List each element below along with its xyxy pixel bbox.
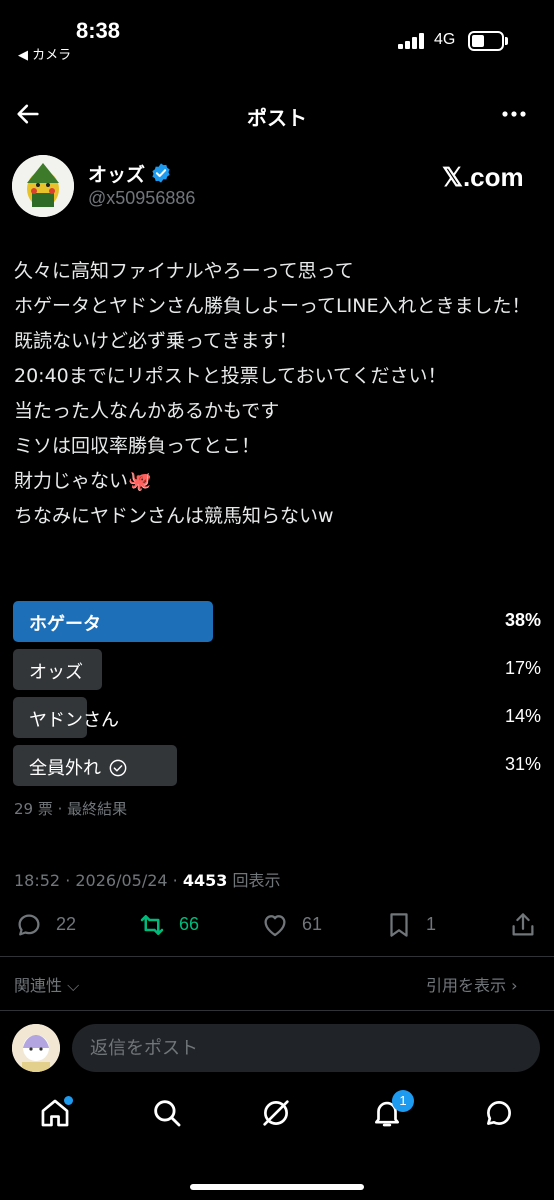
grok-icon (263, 1100, 289, 1126)
bookmark-count: 1 (426, 914, 437, 934)
poll-option-label-wrap: 全員外れ (29, 754, 127, 780)
poll-option-percent: 38% (504, 610, 541, 630)
post-text: 久々に高知ファイナルやろーって思って ホゲータとヤドンさん勝負しよーってLINE… (14, 260, 531, 527)
poll-option: ホゲータ 38% (13, 601, 543, 642)
like-count: 61 (302, 914, 323, 934)
poll: ホゲータ 38% オッズ 17% ヤドンさん 14% 全員外れ 31% (13, 601, 543, 793)
poll-option-label: オッズ (29, 662, 83, 683)
poll-option-percent: 17% (504, 658, 541, 678)
notification-badge: 1 (392, 1090, 414, 1112)
view-quotes-link[interactable]: 引用を表示 › (426, 972, 518, 996)
bottom-nav: 1 (0, 1090, 554, 1150)
nav-home[interactable] (38, 1096, 78, 1136)
poll-option-percent: 31% (504, 754, 541, 774)
status-time: 8:38 (76, 18, 121, 43)
share-icon (512, 913, 534, 936)
search-icon (154, 1100, 181, 1127)
poll-meta: 29 票 · 最終結果 (14, 800, 128, 818)
poll-option-label: ヤドンさん (29, 710, 119, 731)
user-avatar[interactable] (12, 1024, 60, 1072)
back-to-app-link[interactable]: ◀ カメラ (18, 44, 71, 63)
unread-dot (64, 1096, 73, 1105)
page-title: ポスト (247, 106, 307, 130)
bookmark-icon (390, 913, 408, 937)
repost-count: 66 (179, 914, 200, 934)
heart-icon (264, 915, 286, 937)
signal-icon (398, 33, 428, 49)
view-count: 4453 (182, 871, 228, 890)
author-handle[interactable]: @x50956886 (88, 188, 195, 209)
view-count-label: 回表示 (227, 871, 281, 890)
network-type: 4G (434, 31, 456, 48)
battery-icon (468, 31, 504, 51)
home-indicator (190, 1184, 364, 1190)
post-header: ポスト (0, 92, 554, 136)
poll-option: 全員外れ 31% (13, 745, 543, 786)
reply-input[interactable] (72, 1024, 540, 1072)
action-bar: 22 66 61 1 (0, 906, 554, 946)
poll-option-label: ホゲータ (29, 614, 101, 635)
message-icon (487, 1101, 511, 1125)
nav-search[interactable] (150, 1096, 190, 1136)
poll-option-percent: 14% (504, 706, 541, 726)
verified-badge-icon (152, 163, 170, 183)
post-timestamp: 18:52 · 2026/05/24 · 4453 回表示 (14, 867, 280, 891)
author-name[interactable]: オッズ (88, 160, 145, 187)
post-time: 18:52 · 2026/05/24 · (14, 871, 183, 890)
divider (0, 1010, 554, 1011)
sort-relevance-button[interactable]: 関連性 ⌵ (14, 972, 79, 996)
author-avatar[interactable] (12, 155, 74, 217)
divider (0, 956, 554, 957)
reply-count: 22 (56, 914, 77, 934)
x-com-logo: 𝕏.com (442, 162, 524, 192)
poll-option: ヤドンさん 14% (13, 697, 543, 738)
reply-icon (18, 914, 40, 936)
poll-option: オッズ 17% (13, 649, 543, 690)
status-bar: 8:38 ◀ カメラ 4G (0, 0, 554, 70)
nav-messages[interactable] (482, 1096, 522, 1136)
poll-option-label: 全員外れ (29, 758, 101, 779)
voted-check-icon (109, 759, 127, 777)
nav-grok[interactable] (259, 1096, 299, 1136)
more-options-icon[interactable] (500, 102, 528, 126)
repost-icon (140, 915, 164, 935)
nav-notifications[interactable]: 1 (370, 1090, 414, 1136)
